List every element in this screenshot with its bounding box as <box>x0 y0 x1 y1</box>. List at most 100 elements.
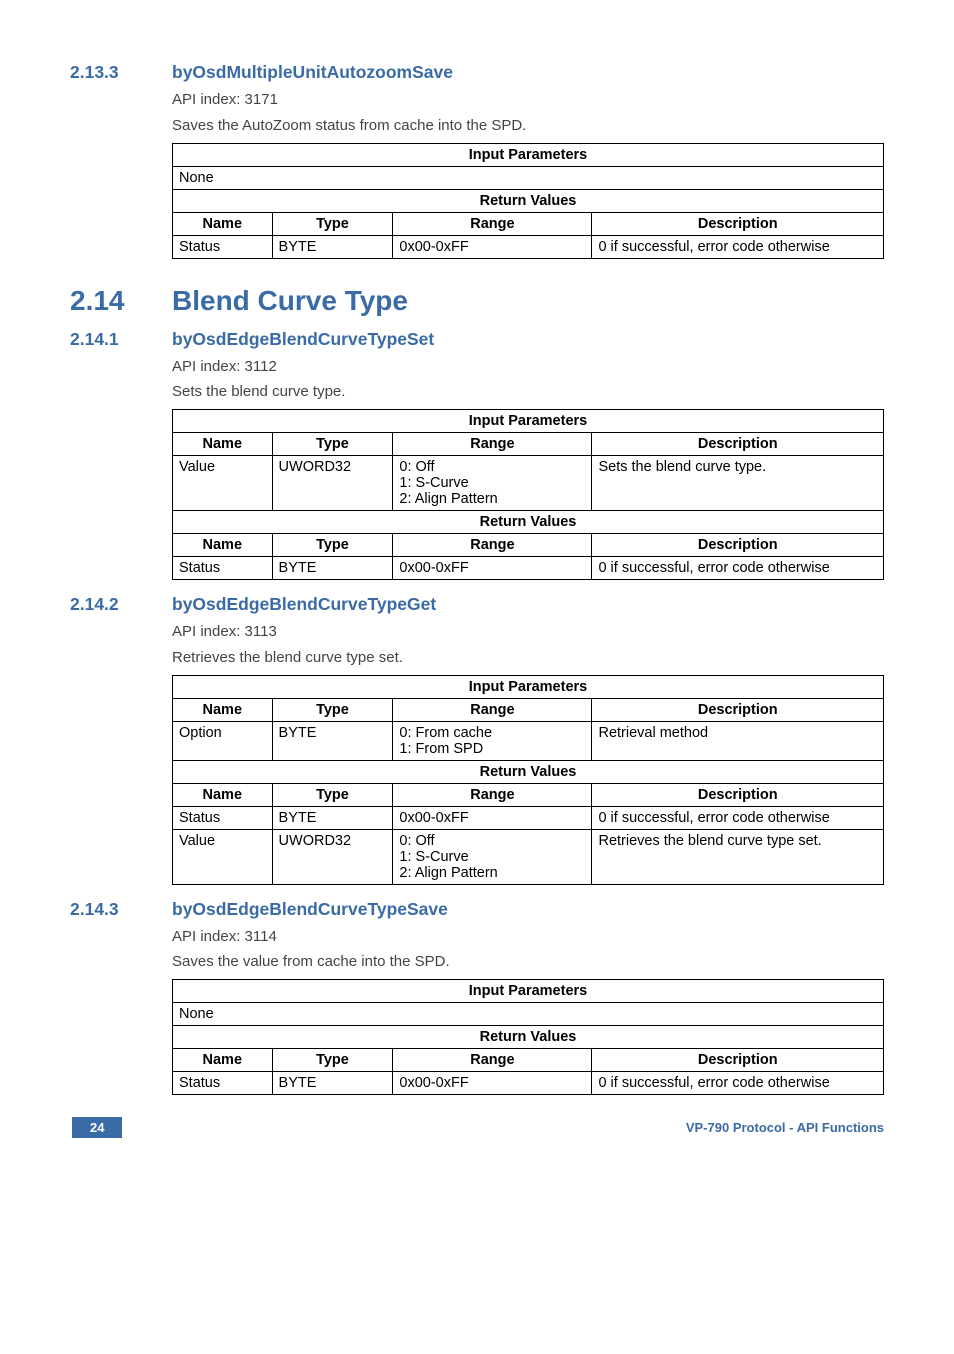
heading-2-13-3: 2.13.3 byOsdMultipleUnitAutozoomSave <box>70 62 884 83</box>
input-parameters-header: Input Parameters <box>173 143 884 166</box>
range-line: 0: From cache <box>399 725 492 741</box>
col-name: Name <box>173 698 273 721</box>
col-type: Type <box>272 212 393 235</box>
cell-desc: Retrieval method <box>592 721 884 760</box>
col-range: Range <box>393 534 592 557</box>
cell-name: Value <box>173 829 273 884</box>
input-parameters-header: Input Parameters <box>173 675 884 698</box>
range-line: 2: Align Pattern <box>399 865 497 881</box>
input-parameters-header: Input Parameters <box>173 980 884 1003</box>
footer-title: VP-790 Protocol - API Functions <box>686 1120 884 1135</box>
col-desc: Description <box>592 433 884 456</box>
section-number: 2.14.3 <box>70 899 172 920</box>
cell-desc: Sets the blend curve type. <box>592 456 884 511</box>
table-row: Status BYTE 0x00-0xFF 0 if successful, e… <box>173 557 884 580</box>
col-desc: Description <box>592 698 884 721</box>
cell-name: Value <box>173 456 273 511</box>
cell-desc: Retrieves the blend curve type set. <box>592 829 884 884</box>
cell-range: 0x00-0xFF <box>393 806 592 829</box>
cell-name: Status <box>173 806 273 829</box>
cell-name: Status <box>173 557 273 580</box>
table-2-14-3: Input Parameters None Return Values Name… <box>172 979 884 1095</box>
range-line: 1: S-Curve <box>399 475 468 491</box>
col-type: Type <box>272 534 393 557</box>
cell-desc: 0 if successful, error code otherwise <box>592 557 884 580</box>
col-desc: Description <box>592 534 884 557</box>
cell-type: BYTE <box>272 1072 393 1095</box>
section-number: 2.14 <box>70 285 172 317</box>
range-line: 2: Align Pattern <box>399 491 497 507</box>
heading-2-14-3: 2.14.3 byOsdEdgeBlendCurveTypeSave <box>70 899 884 920</box>
table-row: Value UWORD32 0: Off 1: S-Curve 2: Align… <box>173 456 884 511</box>
table-row: Value UWORD32 0: Off 1: S-Curve 2: Align… <box>173 829 884 884</box>
return-values-header: Return Values <box>173 1026 884 1049</box>
cell-desc: 0 if successful, error code otherwise <box>592 235 884 258</box>
cell-type: BYTE <box>272 557 393 580</box>
range-line: 0: Off <box>399 459 434 475</box>
col-type: Type <box>272 1049 393 1072</box>
section-number: 2.14.2 <box>70 594 172 615</box>
col-range: Range <box>393 212 592 235</box>
input-parameters-header: Input Parameters <box>173 410 884 433</box>
section-number: 2.14.1 <box>70 329 172 350</box>
heading-2-14: 2.14 Blend Curve Type <box>70 285 884 317</box>
section-title: Blend Curve Type <box>172 285 408 317</box>
col-desc: Description <box>592 783 884 806</box>
col-range: Range <box>393 433 592 456</box>
table-row: Status BYTE 0x00-0xFF 0 if successful, e… <box>173 806 884 829</box>
col-range: Range <box>393 1049 592 1072</box>
input-none-cell: None <box>173 1003 884 1026</box>
table-row: Option BYTE 0: From cache 1: From SPD Re… <box>173 721 884 760</box>
col-range: Range <box>393 783 592 806</box>
cell-type: BYTE <box>272 721 393 760</box>
cell-desc: 0 if successful, error code otherwise <box>592 1072 884 1095</box>
col-name: Name <box>173 212 273 235</box>
cell-range: 0: Off 1: S-Curve 2: Align Pattern <box>393 829 592 884</box>
cell-type: UWORD32 <box>272 829 393 884</box>
page-footer: 24 VP-790 Protocol - API Functions <box>70 1117 884 1138</box>
range-line: 1: S-Curve <box>399 849 468 865</box>
cell-type: UWORD32 <box>272 456 393 511</box>
heading-2-14-1: 2.14.1 byOsdEdgeBlendCurveTypeSet <box>70 329 884 350</box>
return-values-header: Return Values <box>173 760 884 783</box>
range-line: 0: Off <box>399 833 434 849</box>
col-name: Name <box>173 783 273 806</box>
section-number: 2.13.3 <box>70 62 172 83</box>
section-description: Sets the blend curve type. <box>172 381 884 403</box>
table-row: Status BYTE 0x00-0xFF 0 if successful, e… <box>173 235 884 258</box>
section-title: byOsdEdgeBlendCurveTypeGet <box>172 594 436 615</box>
cell-desc: 0 if successful, error code otherwise <box>592 806 884 829</box>
api-index-line: API index: 3113 <box>172 621 884 643</box>
cell-range: 0: Off 1: S-Curve 2: Align Pattern <box>393 456 592 511</box>
col-desc: Description <box>592 1049 884 1072</box>
section-description: Retrieves the blend curve type set. <box>172 647 884 669</box>
col-type: Type <box>272 433 393 456</box>
cell-range: 0: From cache 1: From SPD <box>393 721 592 760</box>
section-title: byOsdEdgeBlendCurveTypeSet <box>172 329 434 350</box>
col-name: Name <box>173 433 273 456</box>
cell-range: 0x00-0xFF <box>393 557 592 580</box>
page-number-badge: 24 <box>72 1117 122 1138</box>
api-index-line: API index: 3114 <box>172 926 884 948</box>
cell-type: BYTE <box>272 806 393 829</box>
cell-range: 0x00-0xFF <box>393 1072 592 1095</box>
return-values-header: Return Values <box>173 189 884 212</box>
col-name: Name <box>173 534 273 557</box>
api-index-line: API index: 3171 <box>172 89 884 111</box>
table-2-13-3: Input Parameters None Return Values Name… <box>172 143 884 259</box>
section-title: byOsdEdgeBlendCurveTypeSave <box>172 899 448 920</box>
col-name: Name <box>173 1049 273 1072</box>
col-range: Range <box>393 698 592 721</box>
col-type: Type <box>272 698 393 721</box>
section-description: Saves the AutoZoom status from cache int… <box>172 115 884 137</box>
heading-2-14-2: 2.14.2 byOsdEdgeBlendCurveTypeGet <box>70 594 884 615</box>
input-none-cell: None <box>173 166 884 189</box>
table-2-14-2: Input Parameters Name Type Range Descrip… <box>172 675 884 885</box>
table-2-14-1: Input Parameters Name Type Range Descrip… <box>172 409 884 580</box>
section-title: byOsdMultipleUnitAutozoomSave <box>172 62 453 83</box>
cell-type: BYTE <box>272 235 393 258</box>
return-values-header: Return Values <box>173 511 884 534</box>
cell-name: Status <box>173 1072 273 1095</box>
range-line: 1: From SPD <box>399 741 483 757</box>
cell-name: Option <box>173 721 273 760</box>
